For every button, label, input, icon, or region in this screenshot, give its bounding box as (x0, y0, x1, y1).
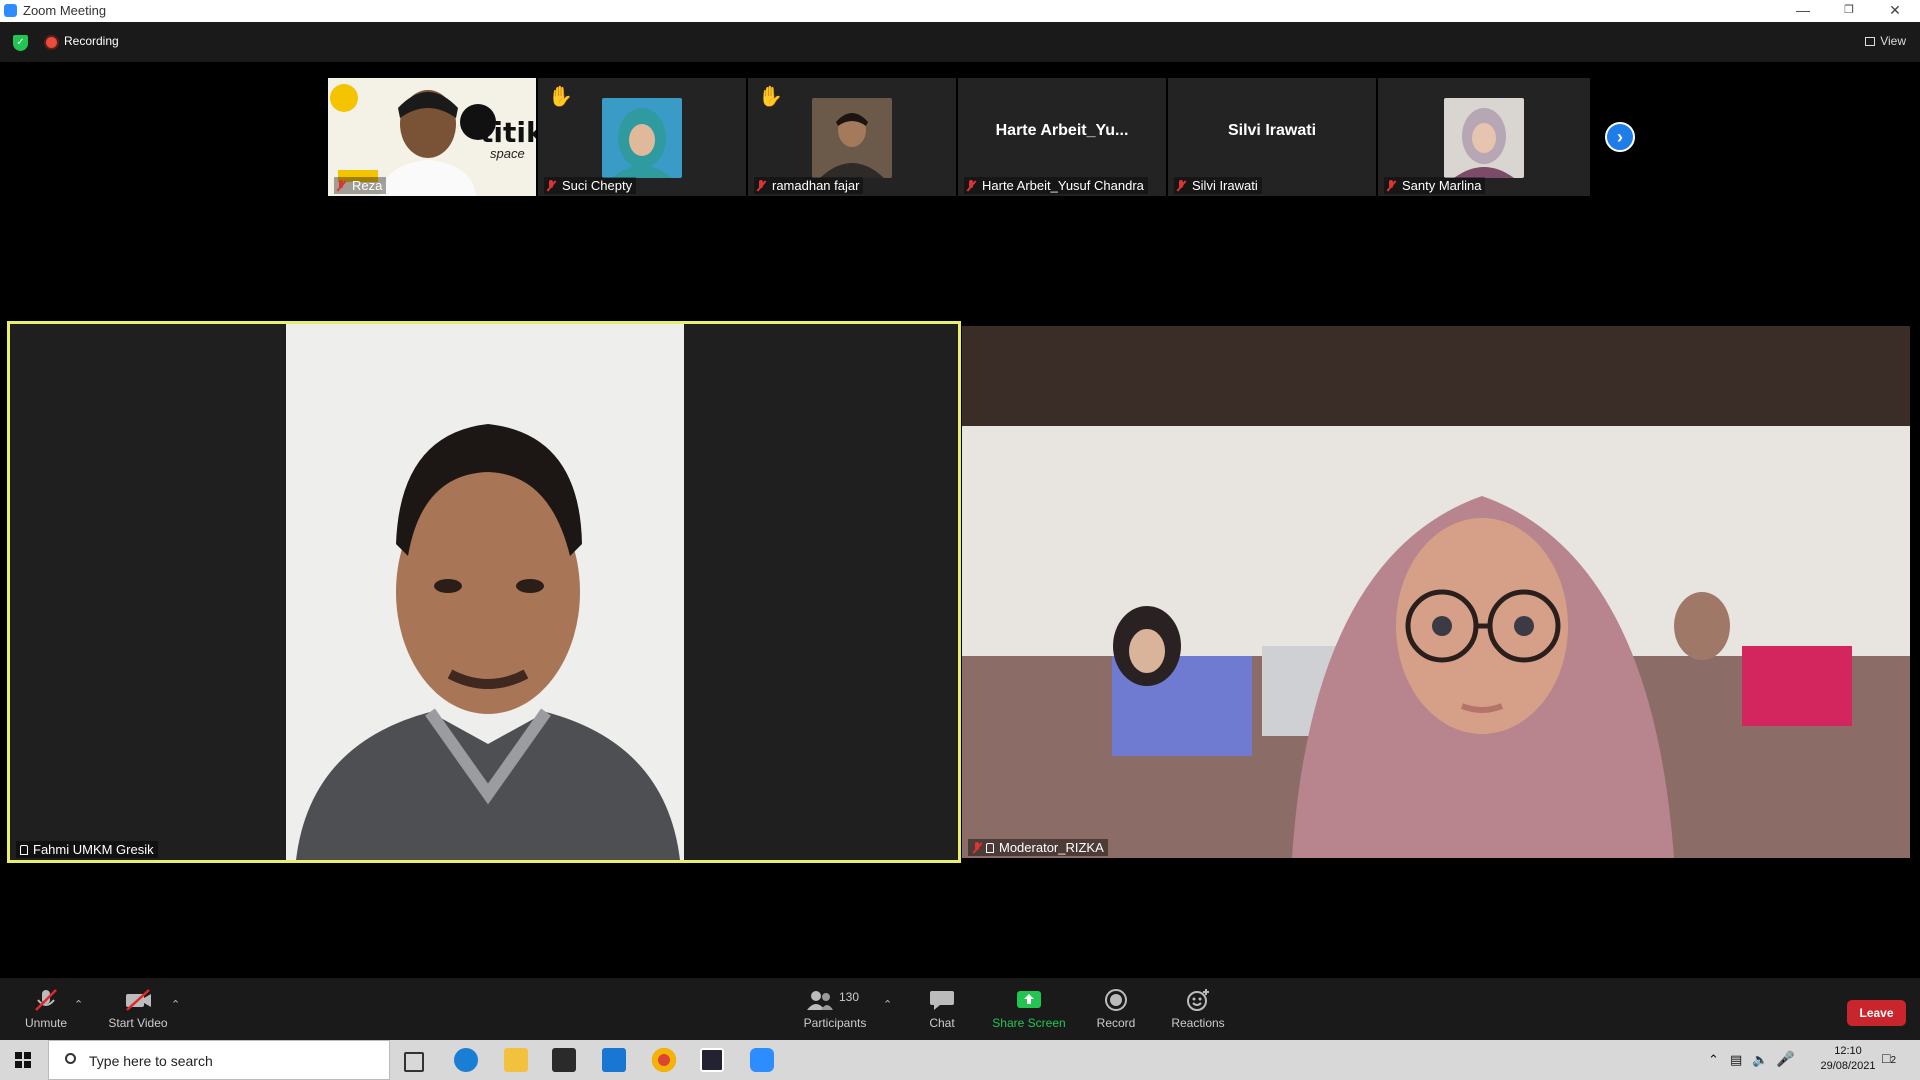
participant-display-name: Harte Arbeit_Yu... (995, 122, 1129, 139)
security-shield-icon[interactable]: ✓ (13, 35, 28, 51)
participants-icon: 130 (805, 988, 865, 1012)
recording-dot-icon (46, 37, 57, 48)
task-view-icon[interactable] (404, 1052, 424, 1072)
file-explorer-icon[interactable] (504, 1048, 528, 1072)
video-name-label: Moderator_RIZKA (968, 839, 1108, 856)
close-icon[interactable]: ✕ (1872, 0, 1918, 22)
zoom-taskbar-icon[interactable] (750, 1048, 774, 1072)
muted-mic-icon (972, 842, 982, 854)
participant-thumbnail-reza[interactable]: titik space Reza (328, 78, 536, 196)
participants-button[interactable]: 130 Participants (800, 988, 870, 1030)
video-off-icon (124, 988, 152, 1012)
participant-thumbnail-santy[interactable]: Santy Marlina (1378, 78, 1590, 196)
chrome-icon[interactable] (652, 1048, 676, 1072)
video-tile-fahmi[interactable]: Fahmi UMKM Gresik (7, 321, 961, 863)
meeting-toolbar: Unmute ⌃ Start Video ⌃ 130 Participants … (0, 978, 1920, 1040)
zoom-app-icon (4, 4, 17, 17)
pin-icon (986, 843, 994, 853)
participant-name: Reza (334, 177, 387, 194)
network-icon[interactable]: ▤ (1730, 1052, 1742, 1068)
muted-mic-icon (336, 180, 346, 192)
chat-bubble-icon (928, 988, 956, 1012)
participant-display-name: Silvi Irawati (1227, 122, 1317, 139)
raised-hand-icon: ✋ (758, 86, 783, 108)
minimize-icon[interactable]: — (1780, 0, 1826, 22)
pin-icon (20, 845, 28, 855)
video-name-label: Fahmi UMKM Gresik (16, 841, 158, 858)
windows-start-icon[interactable] (15, 1052, 31, 1068)
share-screen-icon (1015, 988, 1043, 1012)
microsoft-store-icon[interactable] (552, 1048, 576, 1072)
titik-logo-text: titik (480, 116, 536, 149)
volume-icon[interactable]: 🔈 (1752, 1052, 1768, 1068)
unmute-button[interactable]: Unmute (18, 988, 74, 1030)
participant-avatar (602, 98, 682, 178)
video-options-chevron-icon[interactable]: ⌃ (171, 998, 180, 1011)
audio-options-chevron-icon[interactable]: ⌃ (74, 998, 83, 1011)
muted-mic-icon (546, 180, 556, 192)
participant-name: Harte Arbeit_Yusuf Chandra (964, 177, 1148, 194)
raised-hand-icon: ✋ (548, 86, 573, 108)
start-video-button[interactable]: Start Video (104, 988, 172, 1030)
moderator-video-frame (962, 326, 1910, 858)
participant-name: ramadhan fajar (754, 177, 864, 194)
participant-name: Silvi Irawati (1174, 177, 1262, 194)
participant-thumbnail-suci[interactable]: ✋ Suci Chepty (538, 78, 746, 196)
participant-thumbnail-silvi[interactable]: Silvi Irawati Silvi Irawati (1168, 78, 1376, 196)
restore-icon[interactable]: ❐ (1826, 0, 1872, 22)
recording-label[interactable]: Recording (64, 34, 119, 48)
windows-taskbar: Type here to search ⌃ ▤ 🔈 🎤 12:10 29/08/… (0, 1040, 1920, 1080)
clock[interactable]: 12:10 29/08/2021 (1820, 1045, 1876, 1072)
notification-center-icon[interactable]: □2 (1882, 1050, 1896, 1066)
video-tile-moderator[interactable]: Moderator_RIZKA (962, 326, 1910, 858)
participant-avatar (1444, 98, 1524, 178)
chat-button[interactable]: Chat (922, 988, 962, 1030)
mail-icon[interactable] (602, 1048, 626, 1072)
window-title-bar: Zoom Meeting — ❐ ✕ (0, 0, 1920, 22)
muted-microphone-icon (32, 988, 60, 1012)
search-icon (65, 1053, 76, 1064)
participants-count: 130 (839, 990, 860, 1004)
microphone-tray-icon[interactable]: 🎤 (1776, 1050, 1795, 1068)
taskbar-search-box[interactable]: Type here to search (48, 1040, 390, 1080)
participants-options-chevron-icon[interactable]: ⌃ (883, 998, 892, 1011)
participant-thumbnail-ramadhan[interactable]: ✋ ramadhan fajar (748, 78, 956, 196)
participant-thumbnail-harte[interactable]: Harte Arbeit_Yu... Harte Arbeit_Yusuf Ch… (958, 78, 1166, 196)
muted-mic-icon (756, 180, 766, 192)
leave-button[interactable]: Leave (1847, 1000, 1906, 1026)
window-title: Zoom Meeting (23, 3, 107, 18)
reactions-button[interactable]: Reactions (1170, 988, 1226, 1030)
share-screen-button[interactable]: Share Screen (992, 988, 1066, 1030)
space-logo-text: space (490, 146, 525, 161)
reactions-smiley-icon (1184, 988, 1212, 1012)
edge-browser-icon[interactable] (454, 1048, 478, 1072)
view-button[interactable]: View (1865, 34, 1906, 48)
grid-view-icon (1865, 37, 1876, 46)
fahmi-video-frame (286, 324, 684, 860)
participant-name: Santy Marlina (1384, 177, 1486, 194)
app-icon[interactable] (700, 1048, 724, 1072)
meeting-top-bar: ✓ Recording View (0, 22, 1920, 62)
muted-mic-icon (1176, 180, 1186, 192)
participant-name: Suci Chepty (544, 177, 637, 194)
record-button[interactable]: Record (1096, 988, 1136, 1030)
record-icon (1102, 988, 1130, 1012)
tray-chevron-icon[interactable]: ⌃ (1708, 1052, 1719, 1068)
participant-avatar (812, 98, 892, 178)
next-page-arrow-icon[interactable]: › (1605, 122, 1635, 152)
muted-mic-icon (1386, 180, 1396, 192)
muted-mic-icon (966, 180, 976, 192)
